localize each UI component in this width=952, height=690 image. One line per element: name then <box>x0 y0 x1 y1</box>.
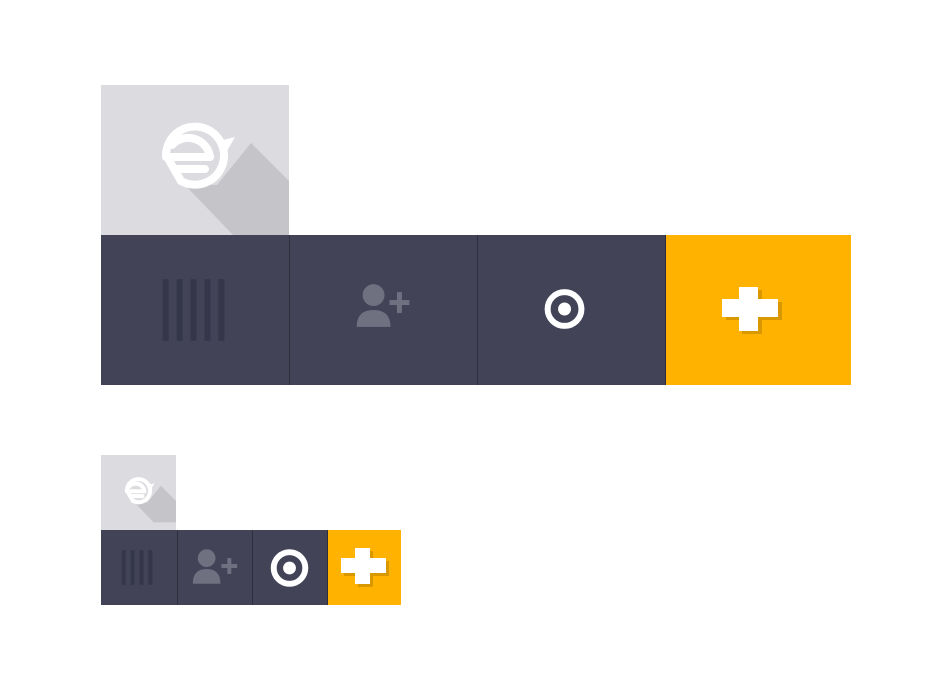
barcode-button[interactable] <box>101 235 290 385</box>
plus-icon <box>722 287 782 334</box>
add-user-icon <box>192 549 238 584</box>
add-user-button[interactable] <box>178 530 253 605</box>
add-user-button[interactable] <box>290 235 478 385</box>
add-button[interactable] <box>666 235 851 385</box>
barcode-button[interactable] <box>101 530 178 605</box>
target-icon <box>544 289 585 329</box>
logo-tile[interactable] <box>101 85 289 235</box>
target-icon <box>270 549 309 587</box>
target-button[interactable] <box>253 530 328 605</box>
add-button[interactable] <box>328 530 401 605</box>
button-row <box>101 530 401 605</box>
logo-icon <box>124 477 176 523</box>
logo-icon <box>161 122 289 235</box>
barcode-icon <box>121 550 153 585</box>
button-row <box>101 235 851 385</box>
barcode-icon <box>162 279 225 341</box>
plus-icon <box>341 548 389 587</box>
toolbar-small <box>101 455 401 605</box>
logo-tile[interactable] <box>101 455 176 530</box>
target-button[interactable] <box>478 235 666 385</box>
toolbar-large <box>101 85 851 385</box>
add-user-icon <box>356 284 410 327</box>
